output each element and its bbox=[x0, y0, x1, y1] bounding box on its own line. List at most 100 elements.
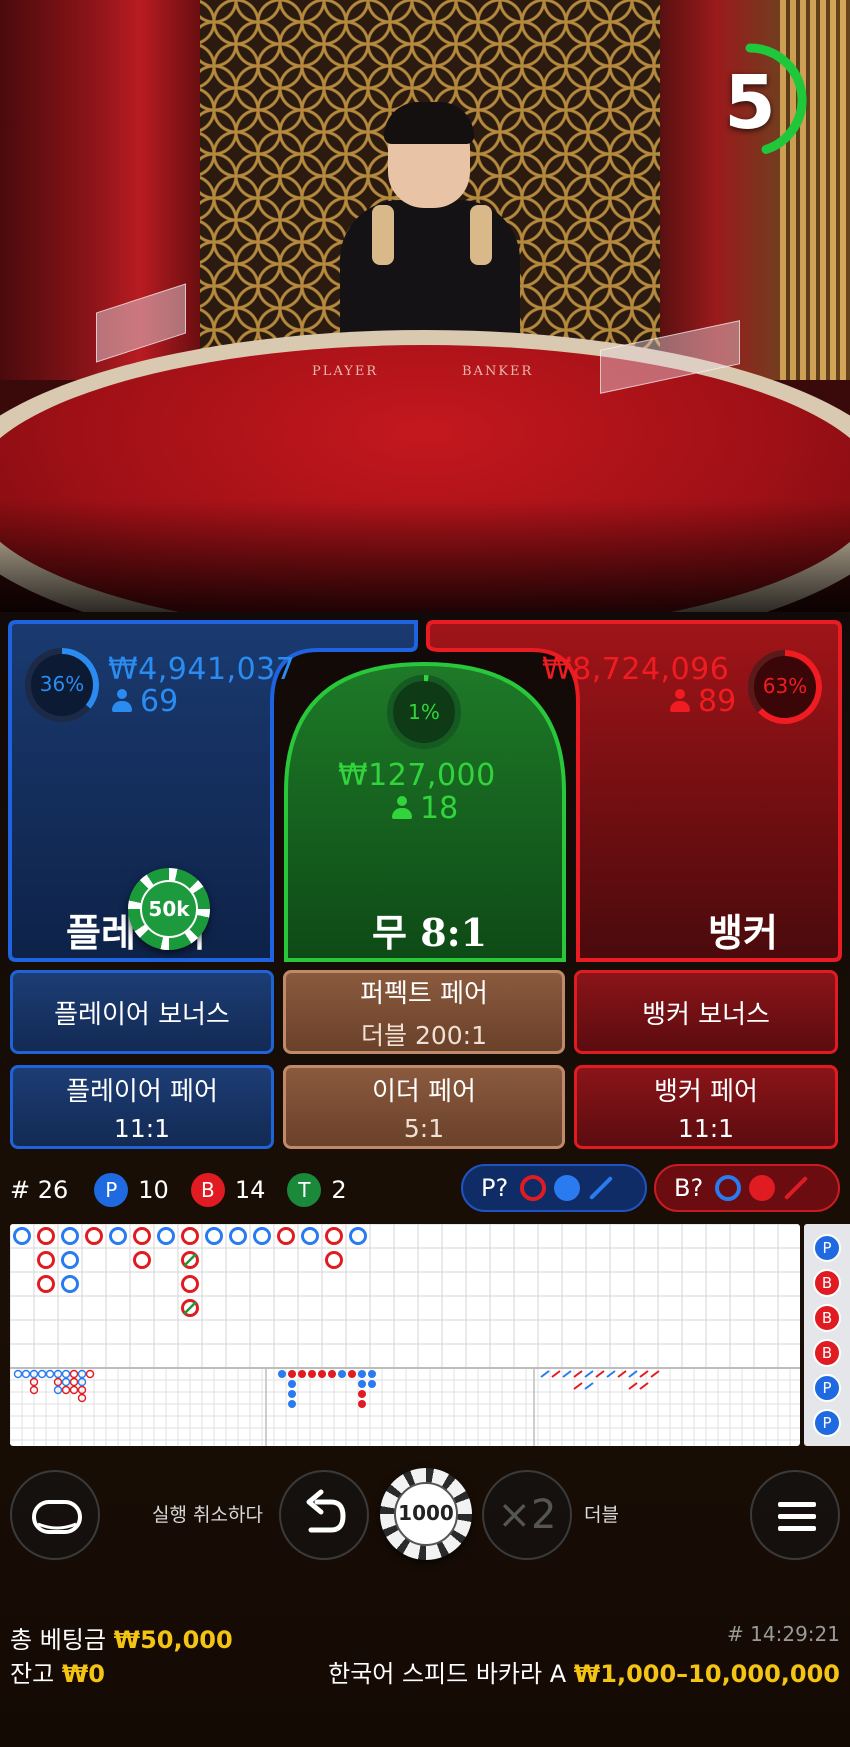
preview-banker: B bbox=[813, 1304, 841, 1332]
cockroach-mark bbox=[628, 1382, 638, 1390]
double-button[interactable]: ×2 bbox=[482, 1470, 572, 1560]
banker-prediction-label: B? bbox=[674, 1174, 704, 1202]
cockroach-mark bbox=[562, 1370, 572, 1378]
player-count: 69 bbox=[112, 684, 178, 719]
preview-banker: B bbox=[813, 1269, 841, 1297]
roadmap-grid bbox=[10, 1224, 800, 1446]
balance-label: 잔고 bbox=[10, 1660, 55, 1688]
player-prediction-button[interactable]: P? bbox=[461, 1164, 647, 1212]
small-road-mark bbox=[298, 1370, 306, 1378]
cockroach-mark bbox=[573, 1382, 583, 1390]
placed-chip-50k[interactable]: 50k bbox=[128, 868, 210, 950]
tie-slash bbox=[183, 1301, 197, 1315]
undo-button[interactable] bbox=[279, 1470, 369, 1560]
big-road-mark bbox=[205, 1227, 223, 1245]
perfect-pair-button[interactable]: 퍼펙트 페어 더블 200:1 bbox=[283, 970, 565, 1054]
total-bet-label: 총 베팅금 bbox=[10, 1626, 106, 1654]
player-wins: P 10 bbox=[94, 1173, 169, 1207]
banker-amount: ₩8,724,096 bbox=[542, 652, 730, 687]
cockroach-slash-icon bbox=[589, 1175, 614, 1201]
big-road-mark bbox=[133, 1251, 151, 1269]
live-dealer-video: PLAYER BANKER 5 bbox=[0, 0, 850, 620]
cockroach-mark bbox=[573, 1370, 583, 1378]
banker-prediction-button[interactable]: B? bbox=[654, 1164, 840, 1212]
road-column-preview: P B B B P P bbox=[804, 1224, 850, 1446]
round-stats: # 26 P 10 B 14 T 2 bbox=[10, 1168, 369, 1212]
table-limits: ₩1,000–10,000,000 bbox=[573, 1660, 840, 1688]
small-road-mark bbox=[358, 1390, 366, 1398]
balance: 잔고 ₩0 bbox=[10, 1654, 105, 1689]
big-eye-mark bbox=[69, 1369, 79, 1379]
person-icon bbox=[112, 689, 132, 713]
player-pair-button[interactable]: 플레이어 페어 11:1 bbox=[10, 1065, 274, 1149]
tie-percent: 1% bbox=[408, 700, 440, 724]
banker-wins-count: 14 bbox=[234, 1176, 266, 1204]
tie-label-text: 무 bbox=[372, 911, 407, 955]
balance-value: ₩0 bbox=[61, 1660, 105, 1688]
player-badge: P bbox=[94, 1173, 129, 1207]
cockroach-mark bbox=[639, 1382, 649, 1390]
player-prediction-label: P? bbox=[481, 1174, 509, 1202]
player-pair-label: 플레이어 페어 bbox=[66, 1077, 218, 1107]
small-road-dot-icon bbox=[554, 1175, 581, 1201]
big-eye-mark bbox=[85, 1369, 95, 1379]
dealer-vest-right bbox=[470, 205, 492, 265]
scoreboard-roadmap[interactable] bbox=[10, 1224, 800, 1446]
cockroach-mark bbox=[595, 1370, 605, 1378]
banker-bonus-button[interactable]: 뱅커 보너스 bbox=[574, 970, 838, 1054]
banker-pair-odds: 11:1 bbox=[677, 1114, 735, 1143]
player-bonus-button[interactable]: 플레이어 보너스 bbox=[10, 970, 274, 1054]
small-road-mark bbox=[288, 1370, 296, 1378]
preview-player: P bbox=[813, 1409, 841, 1437]
double-label: 더블 bbox=[584, 1504, 619, 1526]
small-road-mark bbox=[358, 1380, 366, 1388]
player-percent: 36% bbox=[39, 672, 85, 696]
big-eye-mark bbox=[13, 1369, 23, 1379]
tie-wins-count: 2 bbox=[331, 1176, 347, 1204]
perfect-pair-odds: 더블 200:1 bbox=[361, 1020, 487, 1050]
either-pair-odds: 5:1 bbox=[403, 1114, 445, 1143]
small-road-mark bbox=[288, 1390, 296, 1398]
big-eye-mark bbox=[37, 1369, 47, 1379]
tie-odds: 8:1 bbox=[420, 910, 488, 955]
undo-icon bbox=[306, 1489, 346, 1533]
tie-amount: ₩127,000 bbox=[338, 758, 496, 793]
big-road-mark bbox=[325, 1251, 343, 1269]
small-road-mark bbox=[338, 1370, 346, 1378]
person-icon bbox=[392, 796, 412, 820]
big-road-mark bbox=[37, 1251, 55, 1269]
banker-pair-button[interactable]: 뱅커 페어 11:1 bbox=[574, 1065, 838, 1149]
person-icon bbox=[670, 689, 690, 713]
banker-bonus-label: 뱅커 보너스 bbox=[642, 999, 770, 1030]
felt-banker-text: BANKER bbox=[462, 364, 534, 379]
total-bet: 총 베팅금 ₩50,000 bbox=[10, 1620, 233, 1655]
big-road-mark bbox=[301, 1227, 319, 1245]
big-road-mark bbox=[229, 1227, 247, 1245]
big-road-mark bbox=[157, 1227, 175, 1245]
tie-slash bbox=[183, 1253, 197, 1267]
tie-label: 무 8:1 bbox=[372, 902, 487, 957]
player-bonus-label: 플레이어 보너스 bbox=[54, 999, 230, 1030]
big-road-mark bbox=[37, 1275, 55, 1293]
player-pair-odds: 11:1 bbox=[113, 1114, 171, 1143]
small-road-mark bbox=[288, 1400, 296, 1408]
player-count-value: 69 bbox=[140, 684, 179, 719]
banker-count: 89 bbox=[670, 684, 736, 719]
big-road-mark bbox=[181, 1275, 199, 1293]
banker-count-value: 89 bbox=[698, 684, 737, 719]
preview-player: P bbox=[813, 1374, 841, 1402]
dealer-hair bbox=[384, 102, 474, 144]
video-fade bbox=[0, 500, 850, 620]
perfect-pair-label: 퍼펙트 페어 bbox=[360, 978, 488, 1009]
small-road-dot-icon bbox=[749, 1175, 776, 1201]
either-pair-button[interactable]: 이더 페어 5:1 bbox=[283, 1065, 565, 1149]
table-view-button[interactable] bbox=[10, 1470, 100, 1560]
preview-player: P bbox=[813, 1234, 841, 1262]
countdown-timer: 5 bbox=[700, 30, 820, 170]
menu-button[interactable] bbox=[750, 1470, 840, 1560]
tie-count: 18 bbox=[392, 791, 458, 826]
tie-badge: T bbox=[287, 1173, 322, 1207]
tie-count-value: 18 bbox=[420, 791, 459, 826]
selected-chip-1000[interactable]: 1000 bbox=[380, 1468, 472, 1560]
big-road-mark bbox=[181, 1227, 199, 1245]
